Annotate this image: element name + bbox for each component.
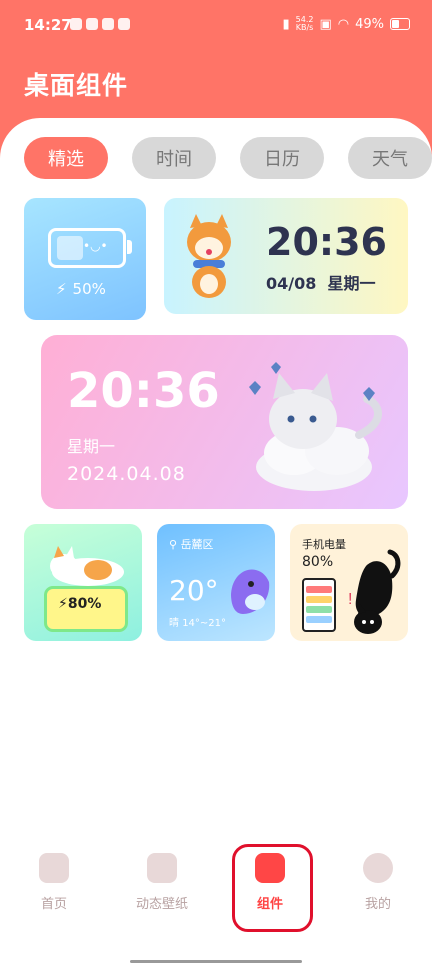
tab-calendar[interactable]: 日历 <box>240 137 324 179</box>
location-pin-icon: ⚲ <box>169 538 178 551</box>
battery-icon <box>390 18 410 30</box>
category-tabs: 精选 时间 日历 天气 <box>24 137 432 179</box>
battery-bar <box>306 586 332 593</box>
weibo-icon <box>86 18 98 30</box>
clock-time: 20:36 <box>266 220 387 264</box>
nav-home[interactable]: 首页 <box>9 853 99 912</box>
black-cat-icon: ! <box>348 549 401 634</box>
clock-time: 20:36 <box>67 363 220 419</box>
clock-date: 04/08 星期一 <box>266 274 376 293</box>
network-speed: 54.2 KB/s <box>295 15 314 32</box>
vibrate-icon: ▮ <box>282 16 290 32</box>
clock-weekday: 星期一 <box>67 437 116 456</box>
home-icon <box>39 853 69 883</box>
widget-battery-blue[interactable]: •◡• ⚡ 50% <box>24 198 146 320</box>
nav-mine[interactable]: 我的 <box>333 853 423 912</box>
image-icon <box>147 853 177 883</box>
bolt-icon: ⚡ <box>56 280 67 298</box>
profile-icon <box>363 853 393 883</box>
battery-bar <box>306 606 332 613</box>
clock-date: 2024.04.08 <box>67 463 186 485</box>
selection-highlight <box>232 844 313 932</box>
cat-on-cloud-icon <box>249 362 382 491</box>
page-title: 桌面组件 <box>24 71 129 100</box>
app-icon <box>118 18 130 30</box>
battery-percent: 49% <box>355 16 384 32</box>
shiba-dog-icon <box>187 214 231 298</box>
battery-percent-label: ⚡80% <box>58 596 102 612</box>
battery-bar <box>306 596 332 603</box>
nav-home-label: 首页 <box>40 897 67 912</box>
sleeping-cat-icon <box>50 546 124 586</box>
battery-label: 手机电量 <box>302 538 346 551</box>
battery-level <box>57 236 83 260</box>
battery-percent-label: 80% <box>302 554 334 570</box>
nav-live-wallpaper-label: 动态壁纸 <box>135 897 188 912</box>
tab-featured[interactable]: 精选 <box>24 137 108 179</box>
tab-time[interactable]: 时间 <box>132 137 216 179</box>
face-icon: •◡• <box>83 239 108 253</box>
weather-range: 晴 14°~21° <box>169 618 227 629</box>
wechat-icon <box>102 18 114 30</box>
weather-temperature: 20° <box>169 574 219 607</box>
svg-text:!: ! <box>348 591 352 608</box>
bottom-navigation: 首页 动态壁纸 组件 我的 <box>0 835 432 945</box>
wifi-icon: ◠ <box>337 16 350 32</box>
sim-icon: ▣ <box>319 16 332 32</box>
dolphin-icon <box>231 569 270 614</box>
widget-weather[interactable]: ⚲ 岳麓区 20° 晴 14°~21° <box>157 524 275 641</box>
battery-graphic: •◡• <box>48 228 132 268</box>
status-bar: 14:27 ▮ 54.2 KB/s ▣ ◠ 49% <box>0 0 432 52</box>
battery-bar <box>306 616 332 623</box>
nav-live-wallpaper[interactable]: 动态壁纸 <box>117 853 207 912</box>
status-time: 14:27 <box>24 16 72 34</box>
widget-phone-battery[interactable]: 手机电量 80% ! <box>290 524 408 641</box>
widget-dog-clock[interactable]: 20:36 04/08 星期一 <box>164 198 408 314</box>
status-app-icons <box>70 18 130 30</box>
tiktok-icon <box>70 18 82 30</box>
widget-cat-battery[interactable]: ⚡80% <box>24 524 142 641</box>
status-right: ▮ 54.2 KB/s ▣ ◠ 49% <box>282 16 410 32</box>
tab-weather[interactable]: 天气 <box>348 137 432 179</box>
home-indicator[interactable] <box>130 960 302 963</box>
nav-mine-label: 我的 <box>364 897 391 912</box>
widget-pink-clock[interactable]: 20:36 星期一 2024.04.08 <box>41 335 408 509</box>
weather-location: ⚲ 岳麓区 <box>169 538 214 551</box>
battery-percent-label: ⚡ 50% <box>56 280 106 298</box>
